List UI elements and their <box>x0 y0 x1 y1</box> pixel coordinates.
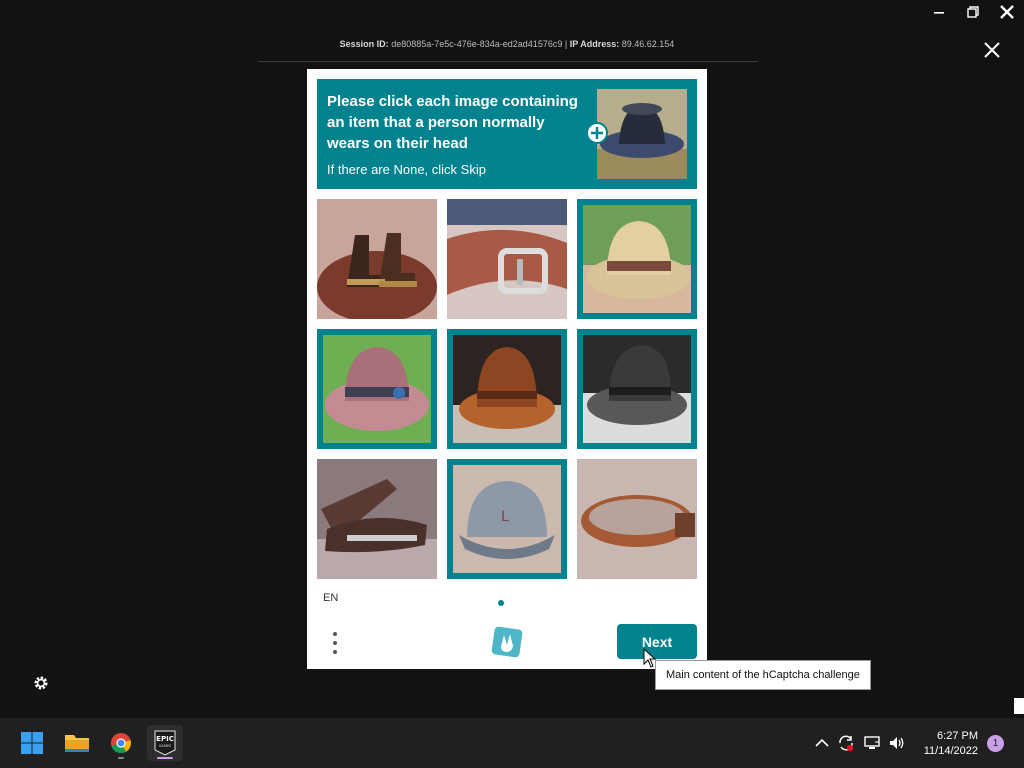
hat-icon <box>583 205 691 313</box>
taskbar: EPIC GAMES 6:27 PM 11/14/2022 1 <box>0 718 1024 768</box>
file-explorer-icon <box>65 735 89 752</box>
prompt-title: Please click each image containing an it… <box>327 93 578 152</box>
ip-address-label: IP Address: <box>569 39 620 49</box>
image-tile-9[interactable] <box>577 459 697 579</box>
volume-icon[interactable] <box>888 734 906 752</box>
sync-icon[interactable] <box>837 734 855 752</box>
hat-icon <box>597 89 687 179</box>
chevron-up-icon[interactable] <box>813 734 831 752</box>
session-info: Session ID: de80885a-7e5c-476e-834a-ed2a… <box>0 39 1014 49</box>
prompt-subtitle: If there are None, click Skip <box>327 162 486 177</box>
scroll-edge <box>1014 698 1024 714</box>
belt-icon <box>447 199 567 319</box>
belt-icon <box>577 459 697 579</box>
window-controls <box>922 0 1024 24</box>
epic-label: EPIC <box>156 735 174 743</box>
challenge-prompt: Please click each image containing an it… <box>317 79 697 189</box>
epic-games-icon: EPIC GAMES <box>154 730 176 756</box>
minimize-icon <box>934 12 944 14</box>
next-button[interactable]: Next <box>617 624 697 659</box>
session-id-label: Session ID: <box>339 39 389 49</box>
svg-text:L: L <box>501 509 509 525</box>
epic-sublabel: GAMES <box>159 744 172 748</box>
divider <box>258 61 758 62</box>
clock-date: 11/14/2022 <box>923 745 978 757</box>
taskbar-chrome[interactable] <box>103 725 139 761</box>
gear-icon[interactable] <box>33 675 49 691</box>
restore-button[interactable] <box>956 0 990 24</box>
image-tile-4[interactable] <box>317 329 437 449</box>
example-image[interactable] <box>597 89 687 179</box>
start-button[interactable] <box>14 725 50 761</box>
image-tile-8[interactable]: L <box>447 459 567 579</box>
image-tile-7[interactable] <box>317 459 437 579</box>
image-tile-1[interactable] <box>317 199 437 319</box>
network-icon[interactable] <box>863 734 881 752</box>
image-tile-6[interactable] <box>577 329 697 449</box>
hat-icon <box>583 335 691 443</box>
hat-icon <box>323 335 431 443</box>
ip-address-value: 89.46.62.154 <box>621 39 675 49</box>
close-icon <box>1000 5 1014 19</box>
shoe-icon <box>317 459 437 579</box>
session-id-value: de80885a-7e5c-476e-834a-ed2ad41576c9 <box>391 39 563 49</box>
boots-icon <box>317 199 437 319</box>
hcaptcha-logo-icon <box>490 625 524 659</box>
cap-icon: L <box>453 465 561 573</box>
image-tile-2[interactable] <box>447 199 567 319</box>
menu-button[interactable] <box>329 629 341 657</box>
minimize-button[interactable] <box>922 0 956 24</box>
taskbar-file-explorer[interactable] <box>59 725 95 761</box>
tooltip: Main content of the hCaptcha challenge <box>655 660 871 690</box>
chrome-icon <box>111 733 131 754</box>
close-window-button[interactable] <box>990 0 1024 24</box>
hcaptcha-challenge: Please click each image containing an it… <box>307 69 707 669</box>
image-tile-3[interactable] <box>577 199 697 319</box>
image-tile-5[interactable] <box>447 329 567 449</box>
taskbar-clock[interactable]: 6:27 PM 11/14/2022 <box>920 729 978 759</box>
clock-time: 6:27 PM <box>937 730 978 742</box>
restore-icon <box>967 6 979 18</box>
session-separator: | <box>564 39 568 49</box>
windows-start-icon <box>21 732 43 754</box>
notification-badge[interactable]: 1 <box>987 735 1004 752</box>
taskbar-epic-games[interactable]: EPIC GAMES <box>147 725 183 761</box>
language-selector[interactable]: EN <box>323 592 338 604</box>
page-indicator <box>498 600 504 606</box>
add-example-icon[interactable] <box>586 122 608 144</box>
desktop-screen: Session ID: de80885a-7e5c-476e-834a-ed2a… <box>0 0 1024 768</box>
hat-icon <box>453 335 561 443</box>
